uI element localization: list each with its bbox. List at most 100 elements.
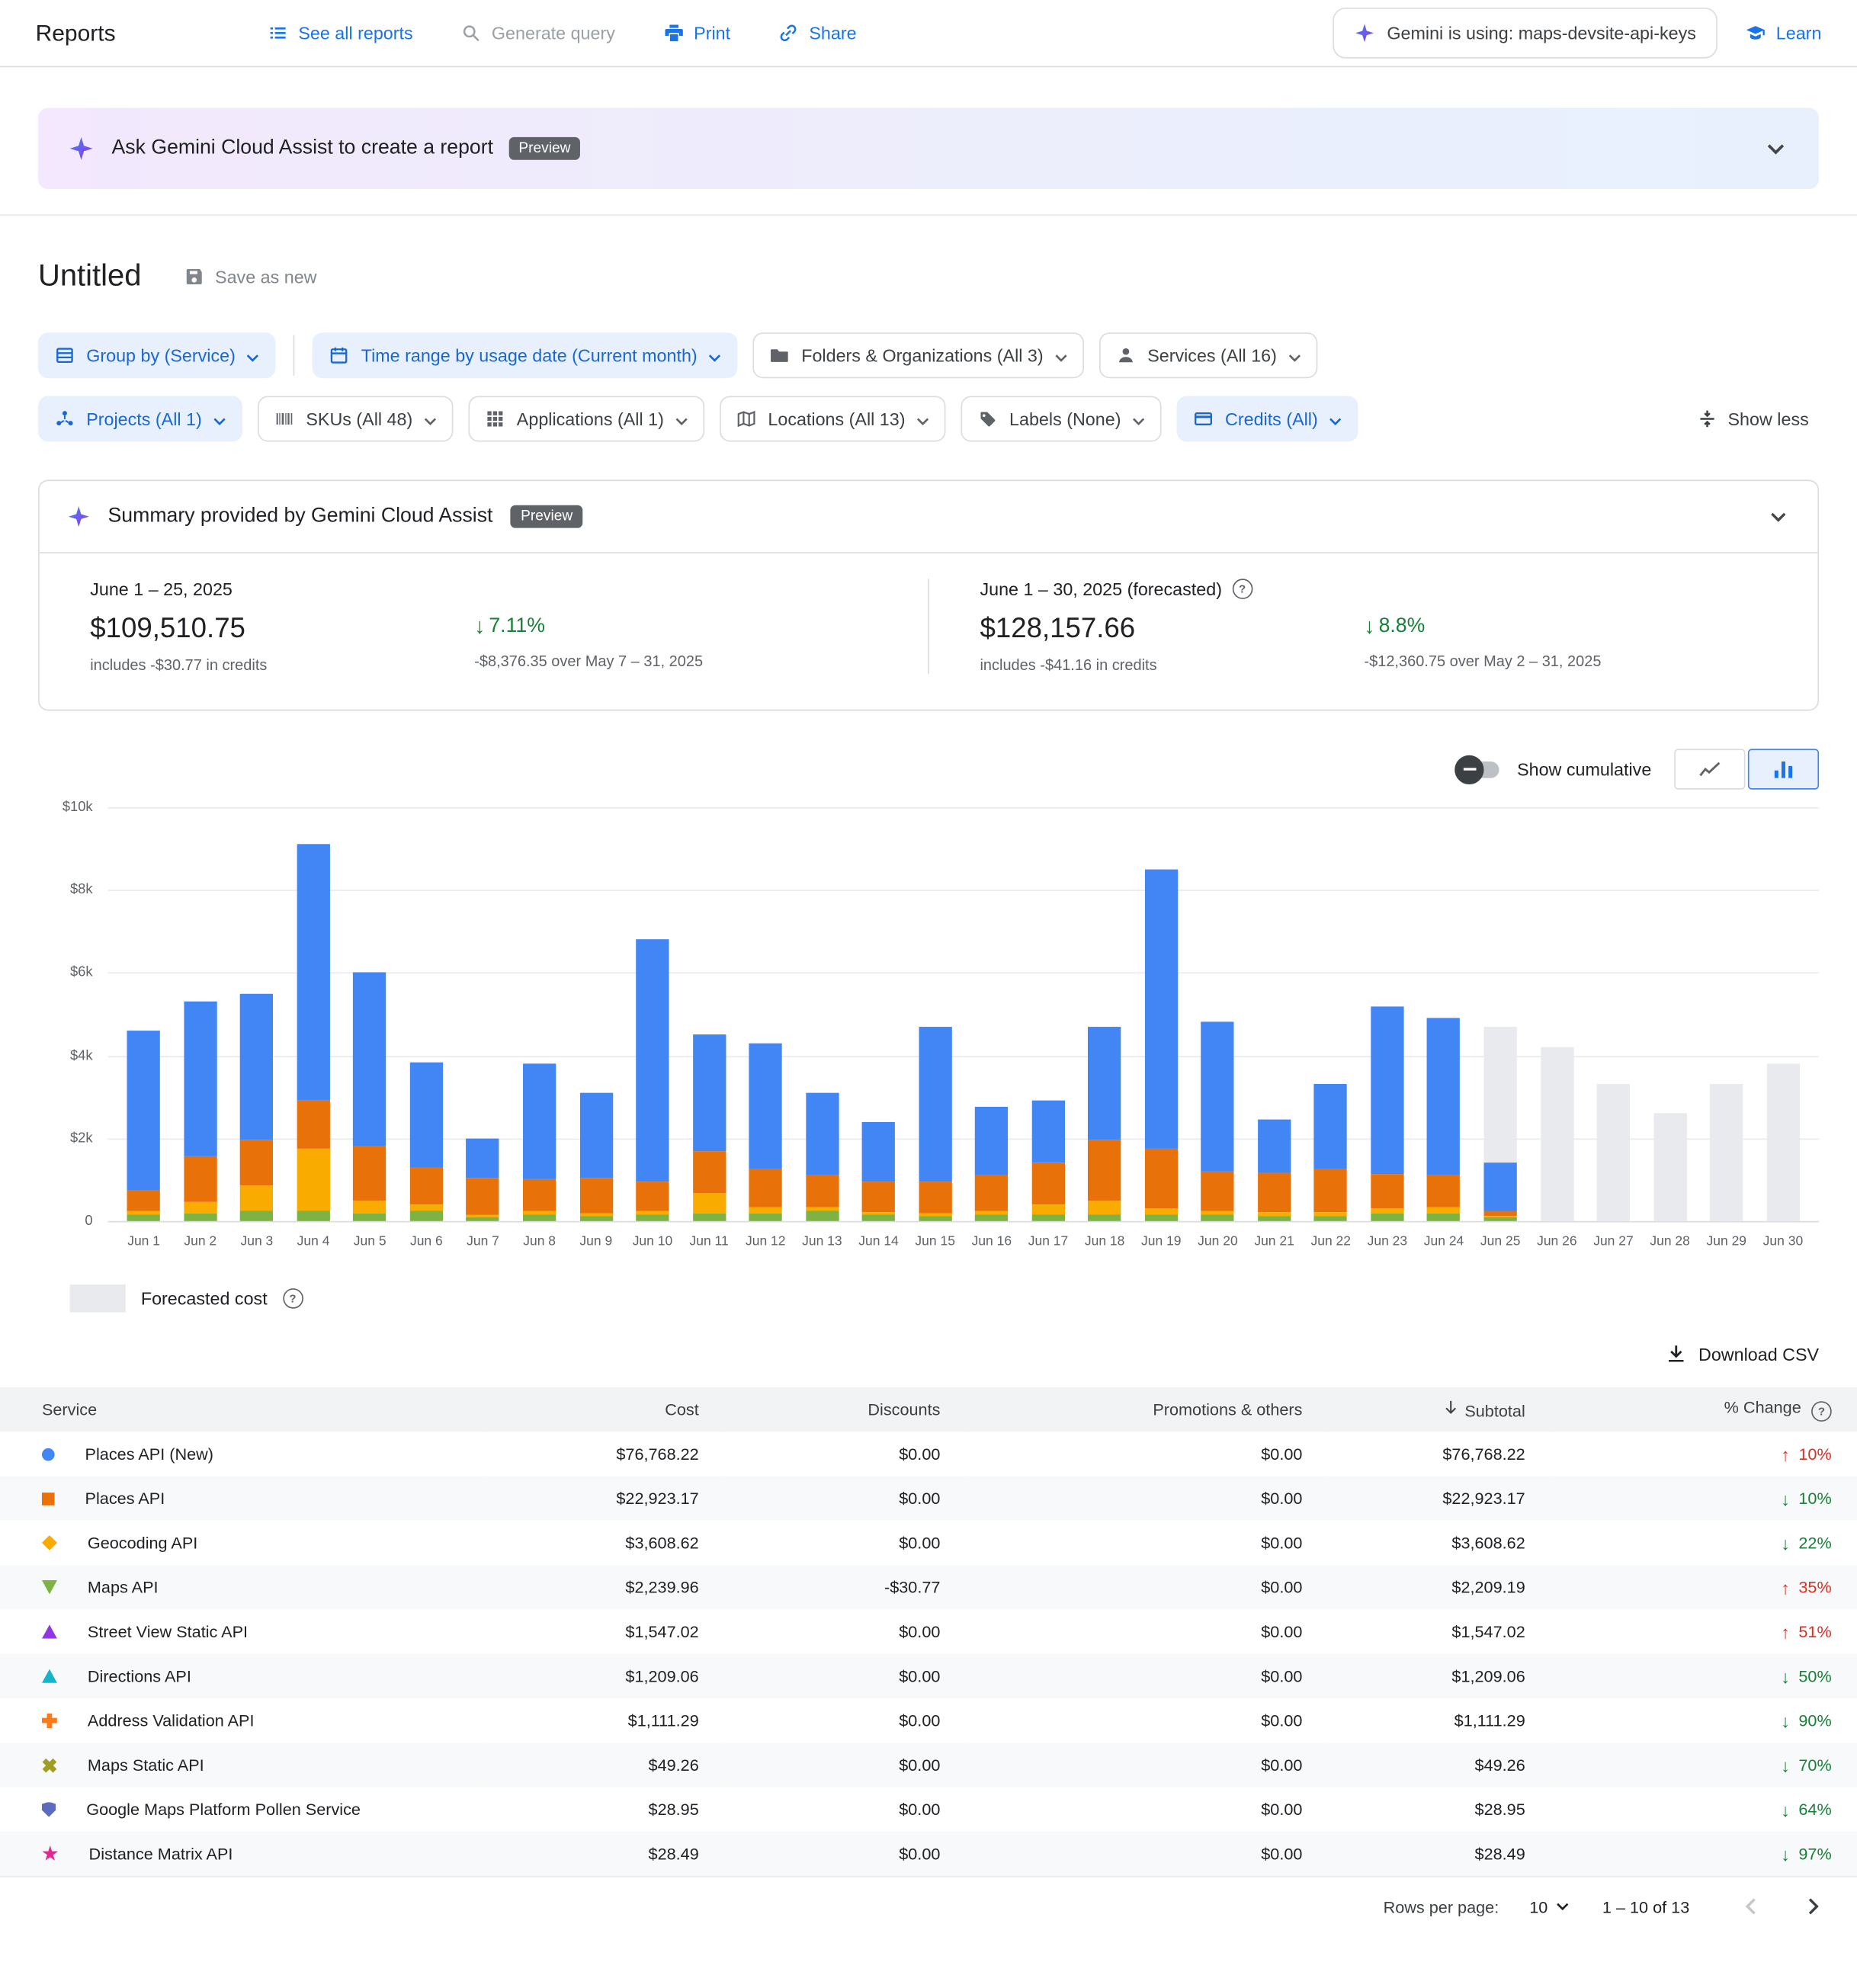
rows-per-page-select[interactable]: 10 [1529,1897,1569,1916]
bar-jun-8[interactable] [523,1064,556,1221]
segment-places-api [975,1175,1008,1210]
filter-chip-locations-all-13[interactable]: Locations (All 13) [720,396,946,442]
chevron-right-icon [1801,1895,1824,1918]
bar-jun-29[interactable] [1710,1085,1743,1221]
filter-chip-group-by-service[interactable]: Group by (Service) [38,332,276,378]
chevron-down-icon[interactable] [1767,505,1790,528]
help-icon[interactable]: ? [1232,579,1252,599]
see-all-reports-button[interactable]: See all reports [268,23,412,43]
col-promotions[interactable]: Promotions & others [966,1387,1328,1432]
x-tick-label: Jun 14 [850,1233,906,1249]
sort-descending-icon [1442,1399,1460,1416]
learn-button[interactable]: Learn [1746,23,1822,43]
gemini-assist-banner[interactable]: Ask Gemini Cloud Assist to create a repo… [38,108,1819,190]
forecast-swatch-icon [70,1284,126,1313]
page-title: Reports [36,20,116,46]
bar-jun-28[interactable] [1653,1114,1686,1221]
triangle-up-marker-icon [42,1624,57,1638]
bar-jun-6[interactable] [410,1062,443,1221]
col-percent-change[interactable]: % Change? [1551,1387,1857,1432]
bar-jun-25[interactable] [1484,1027,1517,1221]
forecast-change-delta: -$12,360.75 over May 2 – 31, 2025 [1364,653,1601,670]
col-subtotal[interactable]: Subtotal [1328,1387,1551,1432]
bar-jun-30[interactable] [1766,1064,1799,1221]
segment-other-apis [297,1210,329,1221]
bar-jun-16[interactable] [975,1108,1008,1221]
print-button[interactable]: Print [663,23,730,43]
toggle-off-icon [1458,761,1499,778]
diamond-marker-icon [42,1535,57,1550]
segment-places-api-new [1427,1018,1460,1175]
x-tick-label: Jun 13 [794,1233,850,1249]
discounts-cell: $0.00 [724,1787,966,1831]
filter-chip-skus-all-48[interactable]: SKUs (All 48) [258,396,453,442]
segment-places-api-new [523,1064,556,1180]
x-tick-label: Jun 30 [1755,1233,1811,1249]
show-cumulative-toggle[interactable]: Show cumulative [1458,759,1651,780]
service-name: Maps Static API [88,1756,204,1775]
bar-jun-23[interactable] [1371,1006,1403,1221]
bar-jun-7[interactable] [467,1138,499,1221]
rows-per-page-label: Rows per page: [1384,1897,1499,1916]
filter-chip-folders-organizations-all-3[interactable]: Folders & Organizations (All 3) [753,332,1084,378]
x-tick-label: Jun 12 [737,1233,794,1249]
filter-chip-labels-none[interactable]: Labels (None) [961,396,1162,442]
bar-jun-22[interactable] [1314,1085,1347,1221]
help-icon[interactable]: ? [283,1288,303,1309]
bar-jun-26[interactable] [1541,1047,1573,1221]
next-page-button[interactable] [1801,1895,1824,1918]
graduation-cap-icon [1746,23,1766,43]
bar-jun-20[interactable] [1201,1022,1234,1221]
share-link-icon [778,23,799,43]
bar-jun-15[interactable] [919,1027,951,1221]
chevron-down-icon[interactable] [1763,136,1788,161]
bar-jun-12[interactable] [749,1044,782,1221]
bar-jun-18[interactable] [1088,1027,1121,1221]
filter-chip-credits-all[interactable]: Credits (All) [1177,396,1358,442]
bar-jun-24[interactable] [1427,1018,1460,1221]
gemini-context-pill[interactable]: Gemini is using: maps-devsite-api-keys [1333,8,1717,59]
show-less-button[interactable]: Show less [1687,409,1819,429]
generate-query-button[interactable]: Generate query [461,23,615,43]
segment-other-apis [1031,1215,1064,1221]
download-csv-button[interactable]: Download CSV [1666,1343,1819,1364]
current-change-delta: -$8,376.35 over May 7 – 31, 2025 [474,653,703,670]
bar-jun-10[interactable] [636,940,669,1221]
cost-table: Service Cost Discounts Promotions & othe… [0,1387,1857,1935]
col-service[interactable]: Service [0,1387,483,1432]
bar-jun-11[interactable] [692,1035,725,1221]
filter-chip-projects-all-1[interactable]: Projects (All 1) [38,396,242,442]
bar-jun-27[interactable] [1597,1085,1630,1221]
save-as-new-button[interactable]: Save as new [184,267,316,287]
filter-chip-time-range-by-usage-date-current-month[interactable]: Time range by usage date (Current month) [313,332,738,378]
col-cost[interactable]: Cost [483,1387,724,1432]
bar-chart-button[interactable] [1748,749,1819,789]
bar-jun-13[interactable] [806,1093,839,1221]
bar-jun-3[interactable] [240,993,273,1221]
col-discounts[interactable]: Discounts [724,1387,966,1432]
bar-jun-21[interactable] [1258,1120,1291,1221]
bar-jun-4[interactable] [297,845,329,1221]
cost-cell: $28.95 [483,1787,724,1831]
share-button[interactable]: Share [778,23,856,43]
bar-jun-19[interactable] [1145,869,1178,1221]
bar-jun-17[interactable] [1031,1101,1064,1220]
filter-chip-applications-all-1[interactable]: Applications (All 1) [469,396,705,442]
segment-places-api [467,1178,499,1215]
help-icon[interactable]: ? [1811,1401,1832,1422]
cost-cell: $22,923.17 [483,1477,724,1521]
caret-down-icon [916,409,929,429]
line-chart-button[interactable] [1674,749,1745,789]
discounts-cell: $0.00 [724,1432,966,1476]
bar-jun-9[interactable] [579,1093,612,1221]
segment-geocoding-api [692,1193,725,1214]
bar-jun-5[interactable] [354,973,386,1221]
filter-chip-services-all-16[interactable]: Services (All 16) [1099,332,1317,378]
previous-page-button[interactable] [1740,1895,1763,1918]
bar-jun-2[interactable] [184,1002,216,1221]
bar-jun-14[interactable] [862,1121,895,1220]
bar-jun-1[interactable] [127,1031,160,1221]
promotions-cell: $0.00 [966,1477,1328,1521]
x-tick-label: Jun 3 [229,1233,285,1249]
table-row-maps-api: Maps API$2,239.96-$30.77$0.00$2,209.19↑3… [0,1565,1857,1609]
